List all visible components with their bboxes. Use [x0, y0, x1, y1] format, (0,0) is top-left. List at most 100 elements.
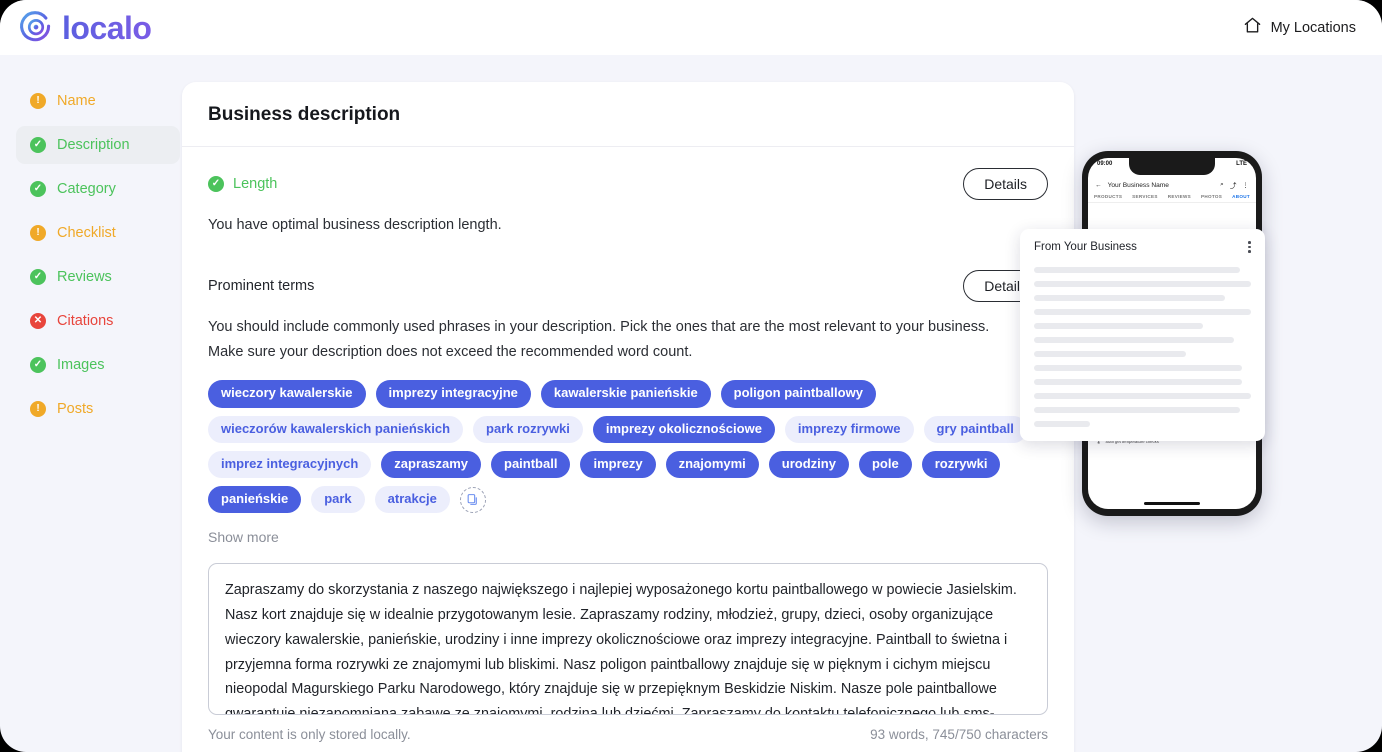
sidebar-item-label: Images [57, 357, 105, 373]
length-label: Length [233, 176, 278, 192]
term-tag[interactable]: panieńskie [208, 486, 302, 514]
sidebar-item-name[interactable]: ! Name [16, 82, 180, 120]
description-textarea[interactable] [208, 563, 1048, 716]
business-description-card: Business description ✓ Length Details Yo… [182, 82, 1074, 752]
skeleton-line [1034, 267, 1241, 273]
sidebar-nav: ! Name ✓ Description ✓ Category ! Checkl… [0, 82, 180, 752]
page-body: ! Name ✓ Description ✓ Category ! Checkl… [0, 55, 1382, 752]
google-tabs: PRODUCTS SERVICES REVIEWS PHOTOS ABOUT [1088, 194, 1256, 203]
sidebar-item-category[interactable]: ✓ Category [16, 170, 180, 208]
term-tag[interactable]: wieczorów kawalerskich panieńskich [208, 415, 464, 443]
term-tag[interactable]: park rozrywki [473, 415, 583, 443]
skeleton-line [1034, 379, 1243, 385]
skeleton-line [1034, 421, 1091, 427]
term-tag[interactable]: atrakcje [374, 486, 450, 514]
home-indicator [1144, 502, 1200, 505]
card-header: Business description [182, 82, 1074, 147]
length-details-button[interactable]: Details [963, 168, 1048, 200]
status-network: LTE [1236, 161, 1247, 167]
prominent-terms-note-line2: Make sure your description does not exce… [208, 343, 693, 360]
arrow-left-icon[interactable]: ← [1095, 182, 1102, 189]
sidebar-item-reviews[interactable]: ✓ Reviews [16, 258, 180, 296]
copy-icon[interactable] [459, 486, 486, 513]
skeleton-line [1034, 365, 1243, 371]
term-tag[interactable]: imprezy [580, 450, 656, 479]
skeleton-line [1034, 337, 1234, 343]
phone-notch [1129, 158, 1215, 175]
term-tag[interactable]: urodziny [768, 450, 849, 479]
skeleton-line [1034, 281, 1251, 287]
term-tag[interactable]: imprezy integracyjne [375, 380, 531, 408]
term-tag[interactable]: wieczory kawalerskie [208, 380, 366, 408]
check-circle-icon: ✓ [30, 181, 46, 197]
tab-photos[interactable]: PHOTOS [1201, 194, 1222, 199]
term-tag[interactable]: pole [858, 450, 912, 479]
search-icon[interactable]: ⌕ [1220, 181, 1224, 189]
share-icon[interactable]: ⤴ [1230, 180, 1237, 190]
exclamation-circle-icon: ! [30, 225, 46, 241]
term-tag[interactable]: paintball [491, 450, 571, 479]
term-tag[interactable]: imprezy firmowe [784, 415, 914, 443]
show-more-button[interactable]: Show more [208, 529, 1048, 545]
length-label-group: ✓ Length [208, 176, 277, 192]
from-your-business-header: From Your Business [1034, 241, 1251, 253]
tab-products[interactable]: PRODUCTS [1094, 194, 1122, 199]
term-tag[interactable]: imprez integracyjnych [208, 450, 372, 479]
sidebar-item-posts[interactable]: ! Posts [16, 390, 180, 428]
tab-services[interactable]: SERVICES [1132, 194, 1158, 199]
term-tag[interactable]: znajomymi [665, 450, 759, 479]
sidebar-item-checklist[interactable]: ! Checklist [16, 214, 180, 252]
from-your-business-card: From Your Business [1020, 229, 1265, 441]
kebab-menu-icon[interactable] [1248, 241, 1251, 253]
top-bar: localo My Locations [0, 0, 1382, 55]
term-tag[interactable]: imprezy okolicznościowe [592, 415, 775, 443]
tab-reviews[interactable]: REVIEWS [1168, 194, 1191, 199]
phone-mockup: 09:00 LTE google.com ← Your Business Nam… [1020, 151, 1265, 516]
sidebar-item-label: Citations [57, 313, 114, 329]
sidebar-item-label: Description [57, 137, 130, 153]
skeleton-line [1034, 295, 1225, 301]
check-circle-icon: ✓ [30, 357, 46, 373]
home-icon [1243, 16, 1262, 39]
exclamation-circle-icon: ! [30, 401, 46, 417]
sidebar-item-label: Posts [57, 401, 94, 417]
check-circle-icon: ✓ [30, 269, 46, 285]
brand-logo[interactable]: localo [18, 10, 152, 46]
term-tag[interactable]: park [311, 486, 365, 514]
localo-pin-logo-icon [18, 10, 54, 46]
term-tag[interactable]: poligon paintballowy [720, 380, 876, 408]
prominent-terms-label: Prominent terms [208, 278, 315, 295]
page-title: Business description [208, 104, 401, 125]
from-your-business-title: From Your Business [1034, 241, 1137, 253]
prominent-terms-label-group: Prominent terms [208, 278, 314, 294]
exclamation-circle-icon: ! [30, 93, 46, 109]
kebab-menu-icon[interactable]: ⋮ [1242, 181, 1249, 189]
card-body: ✓ Length Details You have optimal busine… [182, 147, 1074, 752]
skeleton-line [1034, 393, 1251, 399]
prominent-terms-tag-list: wieczory kawalerskie imprezy integracyjn… [208, 380, 1048, 514]
skeleton-line [1034, 351, 1186, 357]
sidebar-item-label: Name [57, 93, 96, 109]
skeleton-line [1034, 309, 1251, 315]
x-circle-icon: ✕ [30, 313, 46, 329]
term-tag[interactable]: rozrywki [921, 450, 1001, 479]
skeleton-line [1034, 407, 1241, 413]
business-name-label: Your Business Name [1107, 181, 1169, 189]
app-root: localo My Locations ! Name ✓ Description [0, 0, 1382, 752]
term-tag[interactable]: zapraszamy [381, 450, 481, 479]
sidebar-item-label: Category [57, 181, 116, 197]
tab-about[interactable]: ABOUT [1232, 194, 1250, 199]
sidebar-item-description[interactable]: ✓ Description [16, 126, 180, 164]
prominent-terms-note-line1: You should include commonly used phrases… [208, 319, 990, 336]
my-locations-label: My Locations [1270, 19, 1356, 36]
sidebar-item-images[interactable]: ✓ Images [16, 346, 180, 384]
length-section-header: ✓ Length Details [208, 167, 1048, 201]
my-locations-link[interactable]: My Locations [1243, 16, 1356, 39]
sidebar-item-citations[interactable]: ✕ Citations [16, 302, 180, 340]
google-search-bar: ← Your Business Name ⌕ ⤴ ⋮ [1088, 178, 1256, 194]
term-tag[interactable]: gry paintball [923, 415, 1027, 443]
length-note: You have optimal business description le… [208, 217, 502, 233]
status-time: 09:00 [1097, 161, 1113, 167]
term-tag[interactable]: kawalerskie panieńskie [540, 380, 711, 408]
